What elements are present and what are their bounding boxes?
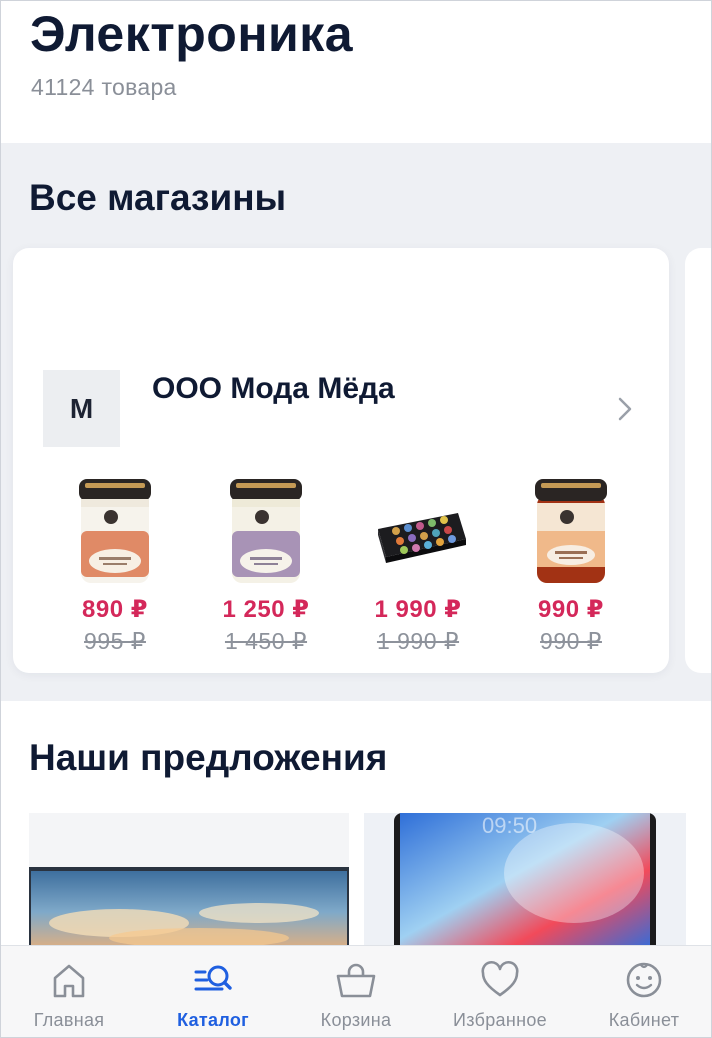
- next-store-card[interactable]: [685, 248, 711, 673]
- honey-gift-box-icon: [378, 513, 466, 563]
- store-card[interactable]: М ООО Мода Мёда 890 ₽ 995 ₽ 1 250 ₽ 1 45…: [13, 248, 669, 673]
- heart-icon: [481, 960, 519, 997]
- phone-image: 09:50: [394, 813, 656, 953]
- nav-label: Корзина: [320, 1010, 392, 1030]
- product-price: 890 ₽: [82, 596, 148, 623]
- goods-count: 41124 товара: [31, 74, 177, 100]
- honey-jar-lilac-icon: [230, 479, 302, 583]
- home-icon: [53, 964, 85, 998]
- product-price: 990 ₽: [538, 596, 604, 623]
- offer-phone-card[interactable]: 09:50: [364, 813, 686, 953]
- bottom-navigation: Главная Каталог Корзина Избранное Кабине…: [1, 945, 711, 1037]
- basket-icon: [336, 963, 376, 998]
- nav-label: Избранное: [453, 1010, 547, 1030]
- nav-item-catalog[interactable]: Каталог: [143, 946, 283, 1037]
- nav-item-favorites[interactable]: Избранное: [430, 946, 570, 1037]
- catalog-search-icon: [194, 965, 232, 991]
- stores-section: Все магазины М ООО Мода Мёда 890 ₽ 995 ₽…: [1, 143, 711, 701]
- page-title: Электроника: [30, 6, 354, 62]
- store-logo: М: [43, 370, 120, 447]
- chevron-right-icon[interactable]: [615, 396, 635, 422]
- page-header: Электроника 41124 товара: [1, 1, 711, 143]
- honey-jar-orange-icon: [79, 479, 151, 583]
- product-old-price: 990 ₽: [540, 628, 602, 654]
- product-old-price: 995 ₽: [84, 628, 146, 654]
- screen: Электроника 41124 товара Все магазины М …: [0, 0, 712, 1038]
- nav-item-home[interactable]: Главная: [1, 946, 139, 1037]
- stores-section-title: Все магазины: [29, 177, 287, 218]
- product-list: 890 ₽ 995 ₽ 1 250 ₽ 1 450 ₽ 1 990 ₽ 1 99…: [13, 473, 669, 663]
- product-price: 1 250 ₽: [222, 596, 310, 623]
- product-item[interactable]: 890 ₽ 995 ₽: [45, 473, 185, 658]
- product-item[interactable]: 1 250 ₽ 1 450 ₽: [196, 473, 336, 658]
- offers-section-title: Наши предложения: [29, 737, 388, 778]
- product-item[interactable]: 990 ₽ 990 ₽: [501, 473, 641, 658]
- nav-item-cart[interactable]: Корзина: [286, 946, 426, 1037]
- store-name[interactable]: ООО Мода Мёда: [152, 372, 395, 406]
- product-price: 1 990 ₽: [374, 596, 462, 623]
- tv-image: [29, 867, 349, 953]
- nav-label: Главная: [33, 1010, 105, 1030]
- product-old-price: 1 450 ₽: [224, 628, 308, 654]
- offers-section: Наши предложения 09:50: [1, 701, 711, 953]
- svg-text:09:50: 09:50: [482, 813, 537, 838]
- smiley-icon: [626, 962, 662, 998]
- honey-jar-peach-icon: [535, 479, 607, 583]
- nav-label: Кабинет: [608, 1010, 680, 1030]
- offer-tv-card[interactable]: [29, 813, 349, 953]
- nav-label: Каталог: [177, 1010, 249, 1030]
- product-item[interactable]: 1 990 ₽ 1 990 ₽: [348, 473, 488, 658]
- product-old-price: 1 990 ₽: [376, 628, 460, 654]
- nav-item-account[interactable]: Кабинет: [574, 946, 711, 1037]
